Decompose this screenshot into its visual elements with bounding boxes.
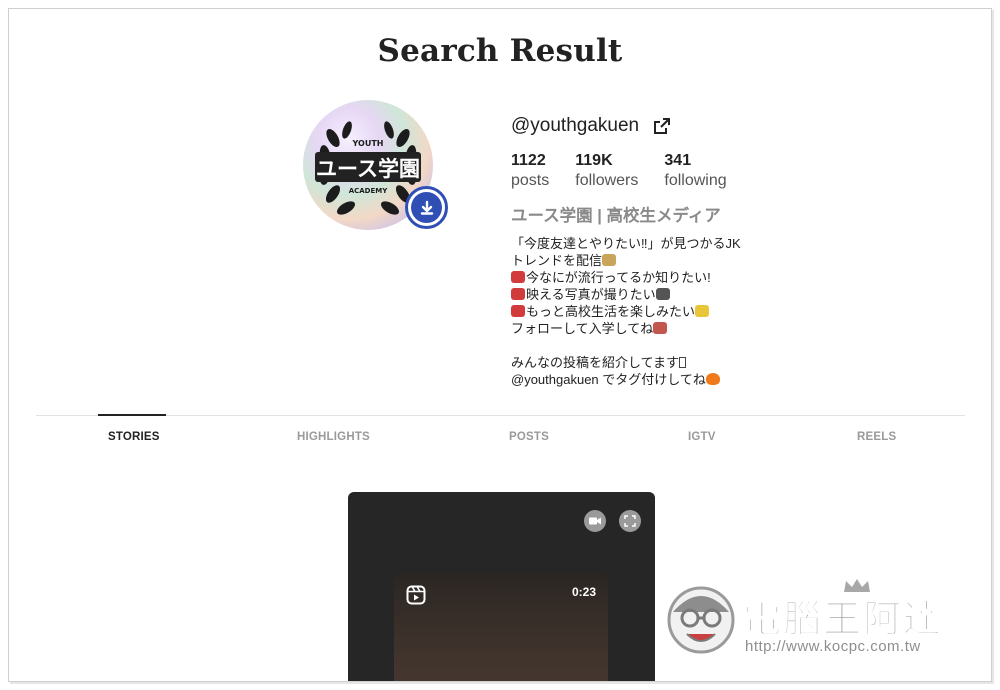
tab-highlights[interactable]: HIGHLIGHTS (297, 431, 370, 443)
ribbon-emoji-icon (511, 271, 525, 283)
fullscreen-button[interactable] (619, 510, 641, 532)
stat-value: 341 (664, 152, 692, 169)
mascot-face-icon (667, 586, 735, 654)
reels-icon (406, 585, 426, 605)
video-toggle-button[interactable] (584, 510, 606, 532)
megaphone-emoji-icon (602, 254, 617, 266)
stat-value: 1122 (511, 152, 546, 169)
bio-line: @youthgakuen でタグ付けしてね (511, 371, 741, 388)
stat-followers: 119K followers (575, 151, 638, 191)
bio-line: 今なにが流行ってるか知りたい! (511, 269, 741, 286)
profile-bio: 「今度友達とやりたい‼︎」が見つかるJK トレンドを配信 今なにが流行ってるか知… (511, 235, 741, 388)
avatar-bottom-text: ACADEMY (349, 187, 389, 195)
stat-label: following (664, 172, 727, 189)
stat-label: followers (575, 172, 639, 189)
profile-stats: 1122 posts 119K followers 341 following (511, 151, 753, 191)
reel-preview[interactable]: 0:23 (394, 573, 608, 681)
profile-handle-row: @youthgakuen (511, 115, 671, 137)
page-frame: Search Result YOUTH ユース学園 ACADEMY @youth… (8, 8, 992, 682)
fire-emoji-icon (705, 373, 720, 385)
stat-value: 119K (575, 152, 613, 169)
tab-reels[interactable]: REELS (857, 431, 896, 443)
stat-following: 341 following (664, 151, 726, 191)
story-card[interactable]: 0:23 (348, 492, 655, 681)
bio-line: トレンドを配信 (511, 252, 741, 269)
missing-glyph-icon (678, 357, 686, 368)
bio-line: 「今度友達とやりたい‼︎」が見つかるJK (511, 236, 741, 251)
bio-line: 映える写真が撮りたい (511, 286, 741, 303)
active-tab-indicator (98, 414, 166, 416)
profile-full-name: ユース学園 | 高校生メディア (511, 207, 721, 225)
external-link-icon[interactable] (653, 117, 671, 135)
ribbon-emoji-icon (511, 288, 525, 300)
bio-line: フォローして入学してね (511, 320, 741, 337)
avatar-logo-text: ユース学園 (316, 157, 420, 181)
watermark: 電腦王阿達 http://www.kocpc.com.tw (663, 572, 973, 662)
tabs-divider (36, 415, 965, 416)
tab-stories[interactable]: STORIES (108, 431, 160, 443)
bio-line: みんなの投稿を紹介してます (511, 354, 741, 371)
stat-label: posts (511, 172, 550, 189)
download-icon (420, 200, 433, 215)
camera-emoji-icon (655, 288, 670, 300)
ribbon-emoji-icon (511, 305, 525, 317)
bio-line (511, 337, 741, 354)
tab-igtv[interactable]: IGTV (688, 431, 716, 443)
download-avatar-button[interactable] (405, 186, 448, 229)
avatar-top-text: YOUTH (352, 139, 384, 148)
watermark-url: http://www.kocpc.com.tw (745, 638, 921, 655)
video-camera-icon (589, 517, 601, 525)
stat-posts: 1122 posts (511, 151, 549, 191)
school-emoji-icon (653, 322, 668, 334)
watermark-title: 電腦王阿達 (742, 597, 944, 642)
fullscreen-icon (624, 515, 636, 527)
profile-handle: @youthgakuen (511, 115, 640, 136)
page-title: Search Result (377, 33, 623, 69)
bio-line: もっと高校生活を楽しみたい (511, 303, 741, 320)
video-duration: 0:23 (571, 585, 596, 599)
tab-posts[interactable]: POSTS (509, 431, 549, 443)
sparkles-emoji-icon (695, 305, 710, 317)
